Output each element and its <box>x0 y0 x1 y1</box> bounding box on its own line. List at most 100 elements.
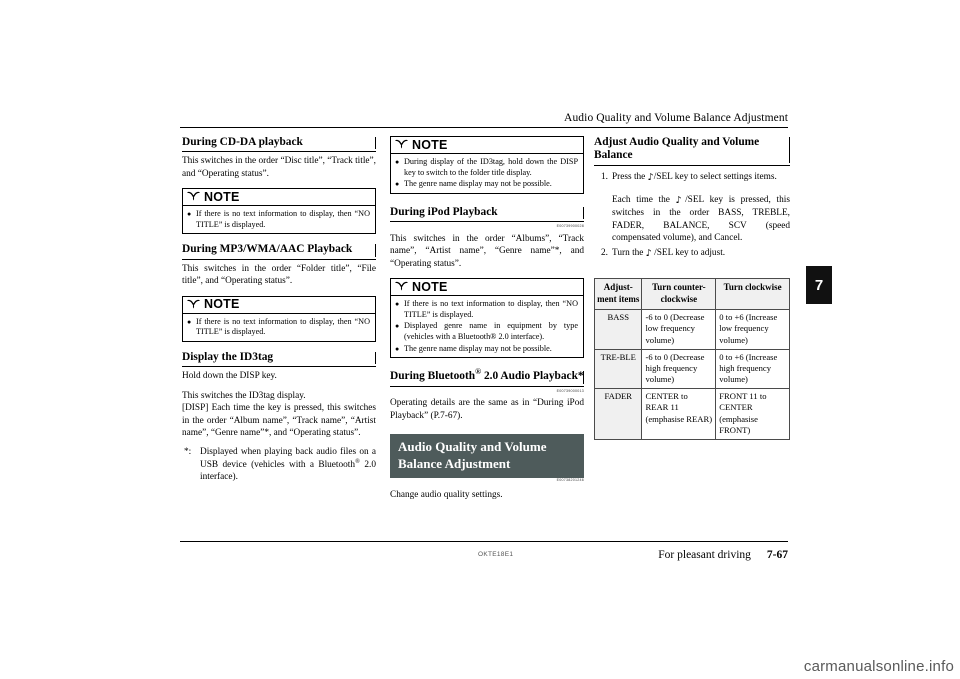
paragraph-change-audio-quality: Change audio quality settings. <box>390 489 503 500</box>
note-item: ● If there is no text information to dis… <box>187 209 370 230</box>
table-header-turn-clockwise: Turn clockwise <box>715 277 790 311</box>
heading-during-mp3-wma-aac-playback: During MP3/WMA/AAC Playback <box>182 243 376 260</box>
reference-code: E00739900028 <box>556 224 584 229</box>
table-cell-ccw: -6 to 0 (Decrease high frequency volume) <box>641 348 717 390</box>
document-code: OKTE18E1 <box>478 551 514 558</box>
footnote-text-a: Displayed when playing back audio files … <box>200 447 376 470</box>
note-header: NOTE <box>183 297 375 314</box>
footer-rule <box>180 541 788 542</box>
paragraph-disp-order: [DISP] Each time the key is pressed, thi… <box>182 403 376 438</box>
footer-right: For pleasant driving 7-67 <box>658 549 788 561</box>
note-body: ● If there is no text information to dis… <box>391 296 583 357</box>
table-header-turn-counter-clockwise: Turn counter-clockwise <box>641 277 717 311</box>
note-item: ● Displayed genre name in equipment by t… <box>395 321 578 342</box>
note-box-id3tag: NOTE ● During display of the ID3tag, hol… <box>390 136 584 194</box>
heading-text-b: 2.0 Audio Playback* <box>481 370 584 383</box>
bullet-icon: ● <box>395 322 400 331</box>
table-header-adjustment-items: Adjust-ment items <box>593 277 643 311</box>
note-label: NOTE <box>204 297 240 312</box>
section-banner-audio-quality: Audio Quality and Volume Balance Adjustm… <box>390 434 584 479</box>
bullet-icon: ● <box>395 180 400 189</box>
open-book-icon <box>187 299 200 310</box>
note-box-cd-da: NOTE ● If there is no text information t… <box>182 188 376 235</box>
music-note-icon: ♪ <box>645 248 652 260</box>
note-label: NOTE <box>412 279 448 294</box>
note-item-text: During display of the ID3tag, hold down … <box>404 157 578 177</box>
table-cell-item: FADER <box>593 388 643 440</box>
bullet-icon: ● <box>395 300 400 309</box>
note-item-text: The genre name display may not be possib… <box>404 179 552 189</box>
step-number: 2. <box>601 248 608 259</box>
step-text-b: /SEL key to adjust. <box>654 248 726 259</box>
bullet-icon: ● <box>395 158 400 166</box>
paragraph-id3tag-display: This switches the ID3tag display. <box>182 390 306 401</box>
note-item: ● The genre name display may not be poss… <box>395 179 578 190</box>
note-box-mp3: NOTE ● If there is no text information t… <box>182 295 376 342</box>
heading-text-a: During Bluetooth <box>390 370 476 383</box>
paragraph-text-a: Each time the <box>612 194 670 205</box>
step-item-2: 2. Turn the ♪ /SEL key to adjust. <box>594 247 790 261</box>
column-3: Adjust Audio Quality and Volume Balance … <box>593 136 790 440</box>
table-cell-item: TRE-BLE <box>593 348 643 390</box>
note-item: ● During display of the ID3tag, hold dow… <box>395 157 578 178</box>
note-header: NOTE <box>391 137 583 154</box>
footnote-text: Displayed when playing back audio files … <box>200 446 376 483</box>
heading-during-ipod-playback: During iPod Playback <box>390 206 584 223</box>
note-body: ● If there is no text information to dis… <box>183 206 375 233</box>
step-text: Turn the ♪ /SEL key to adjust. <box>612 247 790 261</box>
note-item-text: If there is no text information to displ… <box>196 209 370 229</box>
footnote-marker: *: <box>184 447 192 458</box>
steps-list-continued: 2. Turn the ♪ /SEL key to adjust. <box>594 247 790 261</box>
note-label: NOTE <box>412 137 448 152</box>
step-text-a: Press the <box>612 171 646 182</box>
step-item-1: 1. Press the ♪/SEL key to select setting… <box>594 171 790 185</box>
open-book-icon <box>187 191 200 202</box>
note-item-text: If there is no text information to displ… <box>404 299 578 319</box>
heading-during-bluetooth-audio-playback: During Bluetooth® 2.0 Audio Playback* <box>390 368 584 387</box>
table-row: TRE-BLE -6 to 0 (Decrease high frequency… <box>593 348 790 390</box>
paragraph-mp3: This switches in the order “Folder title… <box>182 263 376 287</box>
footer-section-title: For pleasant driving <box>658 549 751 561</box>
reference-code: E00738201246 <box>556 478 584 483</box>
open-book-icon <box>395 139 408 150</box>
paragraph-cd-da: This switches in the order “Disc title”,… <box>182 156 376 179</box>
heading-adjust-audio-quality-and-volume-balance: Adjust Audio Quality and Volume Balance <box>594 136 790 166</box>
note-item-text: Displayed genre name in equipment by typ… <box>404 321 578 342</box>
note-item-text: The genre name display may not be possib… <box>404 343 552 353</box>
table-cell-item: BASS <box>593 309 643 350</box>
note-label: NOTE <box>204 189 240 204</box>
note-header: NOTE <box>183 189 375 207</box>
reference-code: E00739000013 <box>556 388 584 393</box>
table-row: BASS -6 to 0 (Decrease low frequency vol… <box>593 309 790 350</box>
note-item: ● If there is no text information to dis… <box>187 317 370 338</box>
chapter-tab-marker: 7 <box>806 266 832 304</box>
table-header-row: Adjust-ment items Turn counter-clockwise… <box>593 277 790 311</box>
steps-list: 1. Press the ♪/SEL key to select setting… <box>594 171 790 185</box>
step-text-b: /SEL key to select settings items. <box>653 171 777 182</box>
header-rule <box>180 127 788 128</box>
paragraph-bluetooth-ref: Operating details are the same as in “Du… <box>390 398 584 421</box>
step-text-a: Turn the <box>612 248 644 259</box>
music-note-icon: ♪ <box>675 194 686 206</box>
adjustment-table: Adjust-ment items Turn counter-clockwise… <box>593 277 790 440</box>
bullet-icon: ● <box>187 210 192 219</box>
paragraph-hold-disp: Hold down the DISP key. <box>182 371 277 382</box>
table-cell-cw: 0 to +6 (Increase high frequency volume) <box>715 348 790 390</box>
table-row: FADER CENTER to REAR 11 (emphasise REAR)… <box>593 388 790 440</box>
note-item: ● If there is no text information to dis… <box>395 299 578 320</box>
paragraph-ipod-order: This switches in the order “Albums”, “Tr… <box>390 234 584 269</box>
bullet-icon: ● <box>187 317 192 326</box>
running-header: Audio Quality and Volume Balance Adjustm… <box>564 112 788 124</box>
heading-display-the-id3tag: Display the ID3tag <box>182 351 376 368</box>
note-item: ● The genre name display may not be poss… <box>395 344 578 355</box>
column-1: During CD-DA playback This switches in t… <box>182 136 376 483</box>
footnote: *: Displayed when playing back audio fil… <box>182 446 376 483</box>
page-number: 7-67 <box>766 549 788 561</box>
note-box-ipod: NOTE ● If there is no text information t… <box>390 278 584 359</box>
step-number: 1. <box>601 171 608 182</box>
site-watermark: carmanualsonline.info <box>803 658 954 675</box>
note-body: ● If there is no text information to dis… <box>183 314 375 341</box>
step-text: Press the ♪/SEL key to select settings i… <box>612 171 790 185</box>
open-book-icon <box>395 281 408 292</box>
column-2: NOTE ● During display of the ID3tag, hol… <box>390 136 584 508</box>
